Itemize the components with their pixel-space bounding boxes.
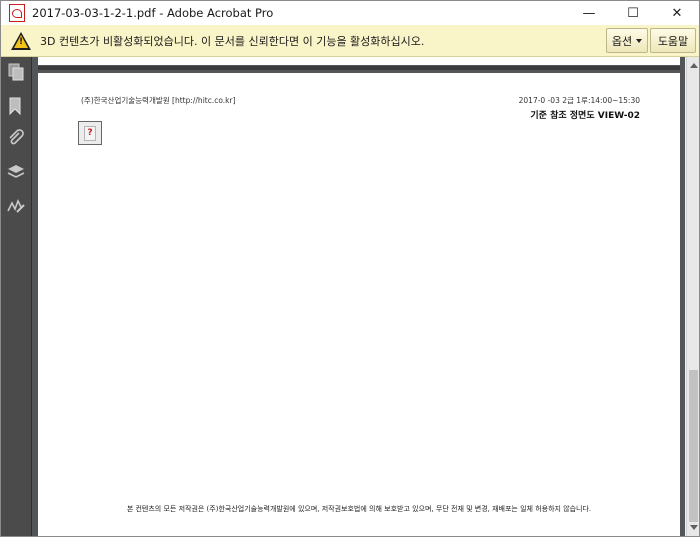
help-button[interactable]: 도움말	[650, 28, 696, 53]
warning-message: 3D 컨텐츠가 비활성화되었습니다. 이 문서를 신뢰한다면 이 기능을 활성화…	[40, 34, 425, 48]
chevron-down-icon	[636, 38, 643, 43]
page-header-left: (주)한국산업기술능력개발원 [http://hitc.co.kr]	[81, 96, 236, 105]
window-controls: — ☐ ✕	[567, 1, 699, 25]
view-title: 기준 참조 정면도 VIEW-02	[530, 111, 640, 121]
missing-image-icon: ?	[84, 125, 96, 141]
title-bar: 2017-03-03-1-2-1.pdf - Adobe Acrobat Pro…	[1, 1, 699, 25]
navigation-pane	[1, 57, 32, 536]
signature-icon[interactable]	[7, 197, 25, 215]
window-title: 2017-03-03-1-2-1.pdf - Adobe Acrobat Pro	[32, 6, 274, 20]
pages-icon[interactable]	[7, 63, 25, 81]
maximize-icon: ☐	[627, 5, 639, 21]
close-icon: ✕	[671, 5, 683, 21]
3d-warning-bar: ! 3D 컨텐츠가 비활성화되었습니다. 이 문서를 신뢰한다면 이 기능을 활…	[1, 25, 699, 57]
minimize-button[interactable]: —	[567, 1, 611, 25]
bookmark-icon[interactable]	[7, 97, 25, 115]
layers-icon[interactable]	[7, 163, 25, 181]
missing-3d-content-placeholder[interactable]: ?	[78, 121, 102, 145]
pdf-page: (주)한국산업기술능력개발원 [http://hitc.co.kr] 2017-…	[38, 73, 680, 536]
scroll-thumb[interactable]	[689, 370, 698, 522]
copyright-notice: 본 컨텐츠의 모든 저작권은 (주)한국산업기술능력개발원에 있으며, 저작권보…	[126, 505, 592, 513]
scroll-up-icon[interactable]	[690, 63, 698, 68]
options-label: 옵션	[611, 34, 633, 48]
acrobat-pdf-icon	[9, 4, 25, 22]
maximize-button[interactable]: ☐	[611, 1, 655, 25]
acrobat-window: 2017-03-03-1-2-1.pdf - Adobe Acrobat Pro…	[0, 0, 700, 537]
warning-icon: !	[11, 31, 31, 50]
page-header-right: 2017-0 -03 2급 1루:14:00~15:30	[518, 96, 640, 105]
options-button[interactable]: 옵션	[606, 28, 648, 53]
page-separator	[38, 66, 680, 70]
document-view[interactable]: (주)한국산업기술능력개발원 [http://hitc.co.kr] 2017-…	[32, 57, 685, 536]
help-label: 도움말	[657, 34, 689, 48]
attachment-icon[interactable]	[7, 129, 25, 147]
scroll-down-icon[interactable]	[690, 525, 698, 530]
previous-page-edge	[38, 57, 680, 65]
minimize-icon: —	[582, 5, 596, 21]
vertical-scrollbar[interactable]	[686, 57, 699, 536]
close-button[interactable]: ✕	[655, 1, 699, 25]
